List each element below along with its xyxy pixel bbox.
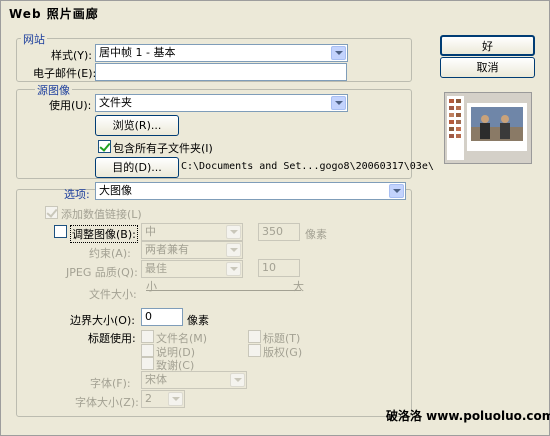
jpeg-quality-select[interactable]: 最佳 xyxy=(141,260,243,278)
destination-button[interactable]: 目的(D)... xyxy=(95,157,179,178)
source-legend: 源图像 xyxy=(35,82,72,98)
font-size-select[interactable]: 2 xyxy=(141,390,185,408)
copyright-label: 版权(G) xyxy=(263,346,303,359)
title-checkbox[interactable] xyxy=(248,330,261,343)
resize-select-value: 中 xyxy=(145,225,156,238)
style-select-value: 居中帧 1 - 基本 xyxy=(99,46,176,59)
title-bar: Web 照片画廊 xyxy=(1,1,549,24)
border-size-label: 边界大小(O): xyxy=(70,314,135,327)
jpeg-quality-label: JPEG 品质(Q): xyxy=(66,266,138,279)
resize-px-unit: 像素 xyxy=(305,228,327,241)
resize-select[interactable]: 中 xyxy=(141,223,243,241)
options-select-value: 大图像 xyxy=(99,184,132,197)
constrain-label: 约束(A): xyxy=(89,247,131,260)
email-field[interactable] xyxy=(95,63,347,81)
ok-button[interactable]: 好 xyxy=(440,35,535,56)
credits-checkbox[interactable] xyxy=(141,357,154,370)
titles-use-label: 标题使用: xyxy=(88,332,136,345)
font-label: 字体(F): xyxy=(90,377,131,390)
jpeg-quality-field[interactable]: 10 xyxy=(258,259,300,277)
filesize-slider[interactable] xyxy=(146,290,301,291)
description-checkbox[interactable] xyxy=(141,344,154,357)
copyright-checkbox[interactable] xyxy=(248,344,261,357)
browse-button[interactable]: 浏览(R)... xyxy=(95,115,179,136)
style-label: 样式(Y): xyxy=(51,49,93,62)
gallery-preview-image xyxy=(444,92,532,164)
border-size-unit: 像素 xyxy=(187,314,209,327)
style-select[interactable]: 居中帧 1 - 基本 xyxy=(95,44,348,62)
resize-checkbox[interactable] xyxy=(54,225,67,238)
cancel-button[interactable]: 取消 xyxy=(440,57,535,78)
email-label: 电子邮件(E): xyxy=(33,67,97,80)
options-label: 选项: xyxy=(64,188,90,201)
use-label: 使用(U): xyxy=(49,99,92,112)
constrain-select[interactable]: 两者兼有 xyxy=(141,241,243,259)
add-links-checkbox[interactable] xyxy=(45,206,58,219)
font-select[interactable]: 宋体 xyxy=(141,371,247,389)
font-size-select-value: 2 xyxy=(145,392,152,405)
chevron-down-icon[interactable] xyxy=(230,373,245,387)
filename-checkbox[interactable] xyxy=(141,330,154,343)
filesize-small-label: 小 xyxy=(146,280,157,293)
resize-label: 调整图像(B): xyxy=(70,225,138,243)
use-select[interactable]: 文件夹 xyxy=(95,94,348,112)
preview-thumbnail xyxy=(445,93,531,163)
site-legend: 网站 xyxy=(21,31,47,47)
watermark-text: 破洛洛 www.poluoluo.com xyxy=(386,409,550,423)
chevron-down-icon[interactable] xyxy=(389,184,404,198)
options-select[interactable]: 大图像 xyxy=(95,182,406,200)
web-gallery-dialog: Web 照片画廊 网站 样式(Y): 居中帧 1 - 基本 电子邮件(E): 源… xyxy=(0,0,550,436)
filesize-label: 文件大小: xyxy=(89,288,137,301)
window-title: Web 照片画廊 xyxy=(9,7,99,21)
chevron-down-icon[interactable] xyxy=(168,392,183,406)
font-select-value: 宋体 xyxy=(145,373,167,386)
font-size-label: 字体大小(Z): xyxy=(75,396,139,409)
add-links-label: 添加数值链接(L) xyxy=(61,208,142,221)
jpeg-quality-select-value: 最佳 xyxy=(145,262,167,275)
use-select-value: 文件夹 xyxy=(99,96,132,109)
chevron-down-icon[interactable] xyxy=(331,46,346,60)
chevron-down-icon[interactable] xyxy=(226,225,241,239)
include-subfolders-label: 包含所有子文件夹(I) xyxy=(113,142,213,155)
filesize-large-label: 大 xyxy=(293,280,304,293)
chevron-down-icon[interactable] xyxy=(226,262,241,276)
include-subfolders-checkbox[interactable] xyxy=(98,140,111,153)
chevron-down-icon[interactable] xyxy=(331,96,346,110)
resize-px-field[interactable]: 350 xyxy=(258,223,300,241)
constrain-select-value: 两者兼有 xyxy=(145,243,189,256)
chevron-down-icon[interactable] xyxy=(226,243,241,257)
border-size-field[interactable]: 0 xyxy=(141,308,183,326)
destination-path: C:\Documents and Set...gogo8\20060317\03… xyxy=(181,161,434,172)
